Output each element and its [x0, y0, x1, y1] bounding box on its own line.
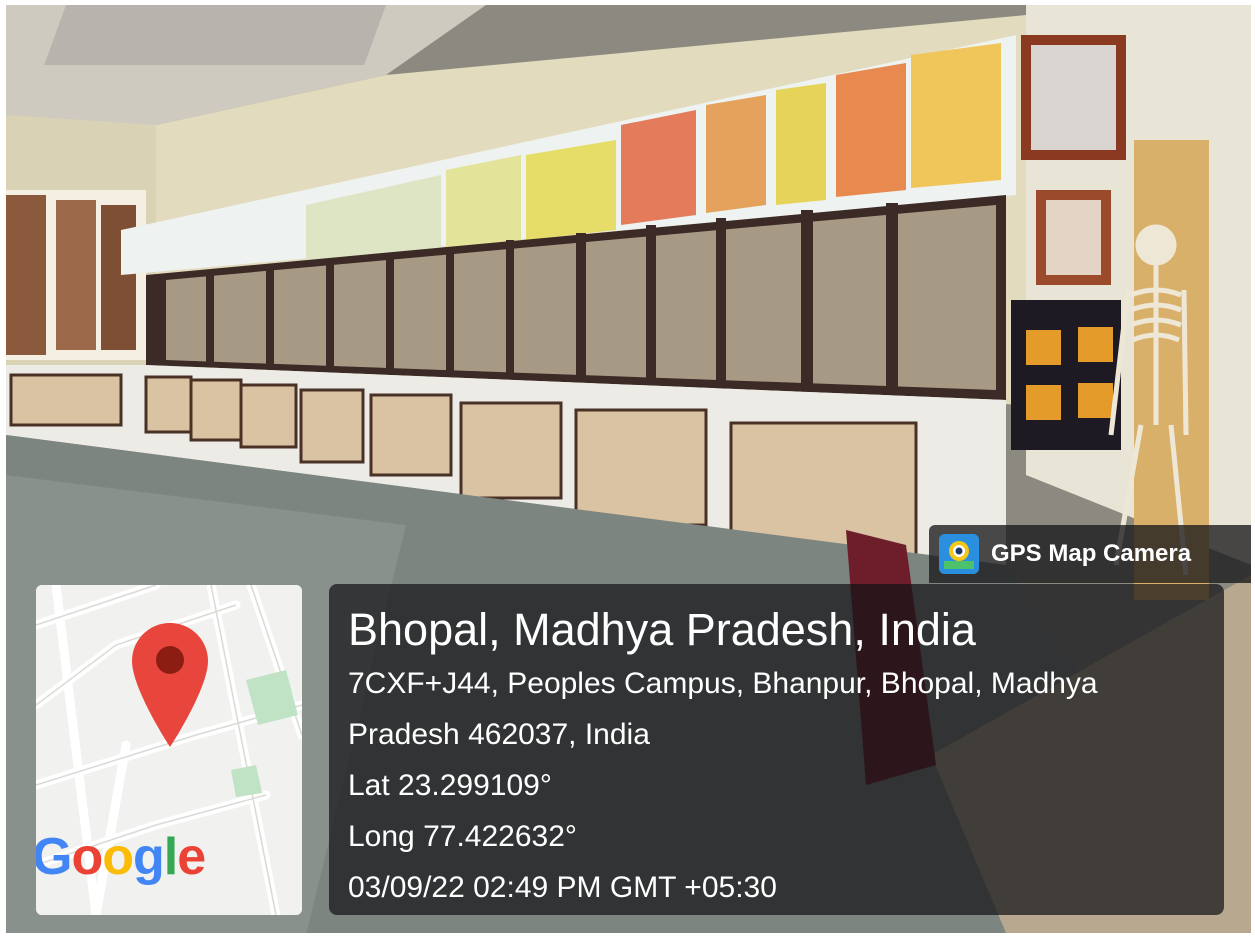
- google-logo-letter: l: [163, 828, 178, 886]
- google-logo: Google: [36, 828, 206, 886]
- google-logo-letter: g: [132, 828, 165, 886]
- address-line-1: 7CXF+J44, Peoples Campus, Bhanpur, Bhopa…: [348, 667, 1098, 700]
- location-info-panel: Bhopal, Madhya Pradesh, India 7CXF+J44, …: [329, 584, 1224, 915]
- google-logo-letter: G: [36, 828, 72, 886]
- gps-map-camera-app-icon: [939, 534, 979, 574]
- google-logo-letter: o: [102, 828, 134, 886]
- google-logo-letter: e: [177, 828, 206, 886]
- location-map-thumbnail: Google: [36, 585, 302, 915]
- app-name-label: GPS Map Camera: [991, 540, 1192, 567]
- latitude-text: Lat 23.299109°: [348, 769, 552, 802]
- gps-map-camera-badge: GPS Map Camera: [929, 525, 1251, 583]
- address-line-2: Pradesh 462037, India: [348, 718, 650, 751]
- datetime-text: 03/09/22 02:49 PM GMT +05:30: [348, 871, 777, 904]
- longitude-text: Long 77.422632°: [348, 820, 577, 853]
- geotagged-photo-canvas: GPS Map Camera Google Bhopal, Madhya Pra…: [0, 0, 1255, 939]
- place-name: Bhopal, Madhya Pradesh, India: [348, 604, 976, 655]
- google-logo-letter: o: [71, 828, 103, 886]
- location-pin-icon: [132, 623, 208, 747]
